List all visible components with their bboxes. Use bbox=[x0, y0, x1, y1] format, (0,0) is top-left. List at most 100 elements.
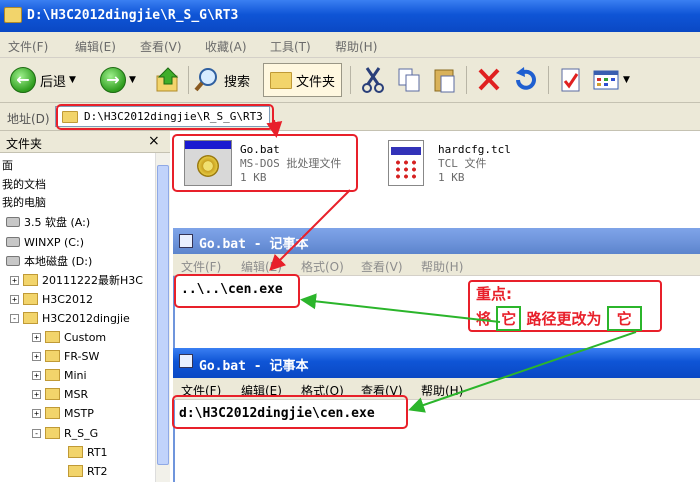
tree-item-rt2[interactable]: RT2 bbox=[68, 462, 108, 480]
delete-button[interactable] bbox=[476, 64, 502, 96]
tree-item-label: 我的电脑 bbox=[2, 196, 46, 209]
file-size: 1 KB bbox=[438, 171, 465, 184]
tree-item-h3c2012[interactable]: + H3C2012 bbox=[10, 290, 93, 308]
window-bar bbox=[391, 147, 421, 155]
collapse-minus-icon[interactable]: - bbox=[10, 313, 19, 323]
paste-icon bbox=[434, 69, 455, 93]
up-folder-icon bbox=[156, 67, 179, 92]
copy-icon bbox=[398, 68, 420, 92]
explorer-title-bar[interactable]: D:\H3C2012dingjie\R_S_G\RT3 bbox=[0, 0, 700, 32]
tree-item-label: Custom bbox=[64, 330, 107, 344]
tree-item-drive-c[interactable]: WINXP (C:) bbox=[6, 233, 84, 251]
floppy-drive-icon bbox=[6, 217, 20, 227]
tree-item-fr-sw[interactable]: + FR-SW bbox=[32, 347, 99, 365]
delete-x-icon bbox=[478, 68, 500, 91]
hard-drive-icon bbox=[6, 237, 20, 247]
tree-item-my-documents[interactable]: 我的文档 bbox=[2, 175, 46, 193]
explorer-toolbar: ← 后退 ▼ → ▼ 搜索 文件夹 ▼ bbox=[0, 58, 700, 103]
expand-plus-icon[interactable]: + bbox=[32, 351, 41, 361]
expand-plus-icon[interactable]: + bbox=[10, 275, 19, 285]
toolbar-separator bbox=[188, 66, 189, 94]
tree-item-label: MSTP bbox=[64, 406, 94, 420]
menu-help[interactable]: 帮助(H) bbox=[335, 38, 377, 55]
properties-button[interactable] bbox=[558, 64, 584, 96]
folder-icon bbox=[45, 350, 60, 362]
highlight-absolute-path bbox=[172, 395, 408, 429]
tree-item-h3c2012dingjie[interactable]: - H3C2012dingjie bbox=[10, 309, 130, 327]
forward-button[interactable]: → ▼ bbox=[100, 64, 136, 96]
folder-icon bbox=[45, 388, 60, 400]
annotation-word-2: 它 bbox=[606, 306, 642, 331]
notepad-menu-bar: 文件(F) 编辑(E) 格式(O) 查看(V) 帮助(H) bbox=[173, 254, 700, 276]
file-item-hardcfg-tcl[interactable]: hardcfg.tcl TCL 文件 1 KB bbox=[438, 143, 511, 185]
back-arrow-icon: ← bbox=[10, 67, 36, 93]
search-label: 搜索 bbox=[224, 74, 251, 90]
up-folder-button[interactable] bbox=[155, 64, 181, 96]
tcl-file-icon[interactable] bbox=[388, 140, 424, 186]
tree-item-label: R_S_G bbox=[64, 426, 99, 440]
tree-item-my-computer[interactable]: 我的电脑 bbox=[2, 193, 46, 211]
paste-button[interactable] bbox=[432, 64, 458, 96]
expand-plus-icon[interactable]: + bbox=[32, 408, 41, 418]
annotation-part-b: 路径更改为 bbox=[526, 310, 602, 328]
tree-item-rt1[interactable]: RT1 bbox=[68, 443, 108, 461]
menu-edit[interactable]: 编辑(E) bbox=[241, 258, 282, 275]
views-button[interactable]: ▼ bbox=[592, 64, 630, 96]
chevron-down-icon[interactable]: ▼ bbox=[129, 75, 136, 85]
folder-icon bbox=[4, 7, 22, 23]
notepad-icon bbox=[179, 354, 193, 368]
tree-item-drive-d[interactable]: 本地磁盘 (D:) bbox=[6, 252, 92, 270]
collapse-minus-icon[interactable]: - bbox=[32, 428, 41, 438]
menu-file[interactable]: 文件(F) bbox=[181, 258, 221, 275]
menu-view[interactable]: 查看(V) bbox=[140, 38, 182, 55]
tree-item-label: 面 bbox=[2, 159, 13, 172]
notepad-icon bbox=[179, 234, 193, 248]
back-button[interactable]: ← 后退 ▼ bbox=[10, 64, 76, 96]
undo-button[interactable] bbox=[512, 64, 538, 96]
folder-icon bbox=[270, 71, 292, 89]
notepad-title-bar[interactable]: Go.bat - 记事本 bbox=[173, 228, 700, 254]
tree-item-mini[interactable]: + Mini bbox=[32, 366, 87, 384]
tree-item-desktop[interactable]: 面 bbox=[2, 156, 13, 174]
tree-item-r-s-g[interactable]: - R_S_G bbox=[32, 424, 98, 442]
tree-item-20111222[interactable]: +20111222最新H3C bbox=[10, 271, 143, 289]
folders-button[interactable]: 文件夹 bbox=[263, 63, 343, 97]
scroll-thumb[interactable] bbox=[157, 165, 169, 465]
screenshot-root: { "explorer": { "title": "D:\\H3C2012din… bbox=[0, 0, 700, 482]
menu-view[interactable]: 查看(V) bbox=[361, 258, 403, 275]
expand-plus-icon[interactable]: + bbox=[32, 332, 41, 342]
tree-item-label: FR-SW bbox=[64, 349, 100, 363]
menu-tools[interactable]: 工具(T) bbox=[270, 38, 311, 55]
tree-item-custom[interactable]: + Custom bbox=[32, 328, 106, 346]
search-button[interactable]: 搜索 bbox=[194, 64, 250, 96]
notepad-title-bar[interactable]: Go.bat - 记事本 bbox=[173, 348, 700, 378]
menu-file[interactable]: 文件(F) bbox=[8, 38, 48, 55]
cut-button[interactable] bbox=[360, 64, 386, 96]
tree-item-msr[interactable]: + MSR bbox=[32, 385, 88, 403]
search-icon bbox=[194, 68, 217, 92]
expand-plus-icon[interactable]: + bbox=[32, 389, 41, 399]
menu-edit[interactable]: 编辑(E) bbox=[75, 38, 116, 55]
tree-item-label: Mini bbox=[64, 368, 87, 382]
annotation-part-a: 将 bbox=[476, 310, 492, 328]
menu-format[interactable]: 格式(O) bbox=[301, 258, 344, 275]
file-name: hardcfg.tcl bbox=[438, 143, 511, 156]
chevron-down-icon[interactable]: ▼ bbox=[623, 75, 630, 85]
toolbar-separator bbox=[350, 66, 351, 94]
tree-item-label: WINXP (C:) bbox=[24, 235, 84, 249]
expand-plus-icon[interactable]: + bbox=[10, 294, 19, 304]
forward-arrow-icon: → bbox=[100, 67, 126, 93]
copy-button[interactable] bbox=[396, 64, 422, 96]
close-icon[interactable]: × bbox=[148, 133, 160, 149]
menu-favorites[interactable]: 收藏(A) bbox=[205, 38, 247, 55]
chevron-down-icon[interactable]: ▼ bbox=[69, 75, 76, 85]
tree-item-floppy[interactable]: 3.5 软盘 (A:) bbox=[6, 213, 90, 231]
annotation-text: 将 它 路径更改为 它 bbox=[476, 306, 642, 331]
expand-plus-icon[interactable]: + bbox=[32, 370, 41, 380]
tree-item-mstp[interactable]: + MSTP bbox=[32, 404, 94, 422]
dots-grid bbox=[394, 159, 418, 179]
menu-help[interactable]: 帮助(H) bbox=[421, 258, 463, 275]
folder-pane-scrollbar[interactable] bbox=[155, 153, 170, 482]
notepad-title: Go.bat - 记事本 bbox=[199, 237, 309, 252]
menu-help[interactable]: 帮助(H) bbox=[421, 382, 463, 399]
